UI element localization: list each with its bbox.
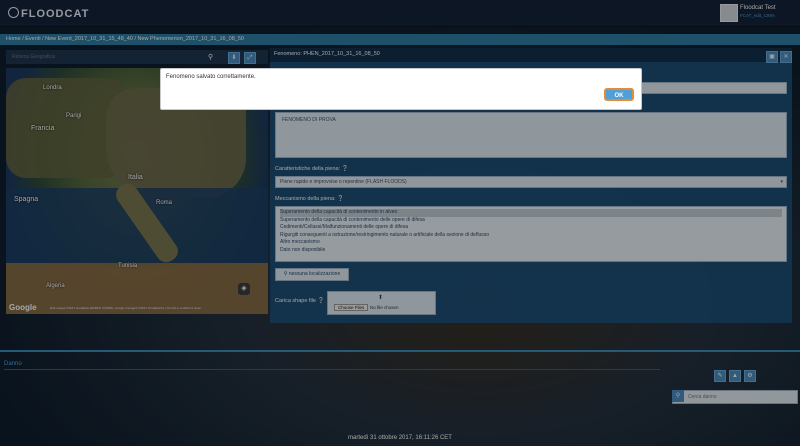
modal-message: Fenomeno salvato correttamente.	[166, 74, 256, 80]
modal-overlay	[0, 0, 800, 446]
ok-button[interactable]: OK	[604, 88, 634, 101]
